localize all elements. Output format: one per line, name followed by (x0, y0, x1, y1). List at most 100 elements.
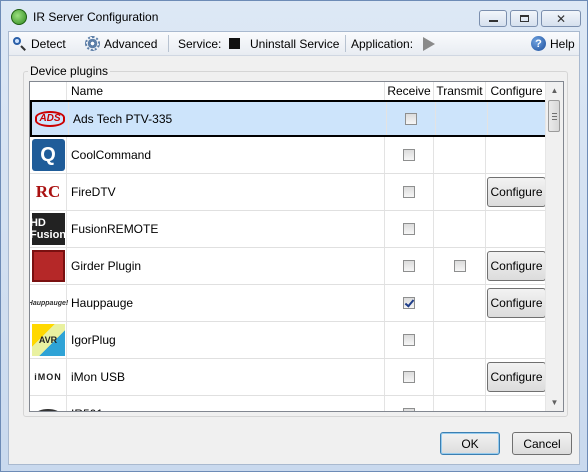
transmit-cell (434, 137, 486, 173)
configure-button[interactable]: Configure (487, 177, 546, 207)
ir-server-icon (11, 9, 27, 25)
receive-checkbox[interactable] (403, 223, 415, 235)
plugin-row[interactable]: Girder Plugin Configure (30, 248, 547, 285)
plugin-row[interactable]: HD Fusion FusionREMOTE (30, 211, 547, 248)
plugin-row[interactable]: iMON iMon USB Configure (30, 359, 547, 396)
receive-checkbox[interactable] (403, 186, 415, 198)
close-button[interactable]: ✕ (541, 10, 581, 27)
uninstall-service-label: Uninstall Service (250, 36, 340, 51)
transmit-cell (434, 396, 486, 411)
plugin-icon-cell: RC (30, 174, 67, 210)
minimize-icon (488, 20, 498, 22)
detect-button[interactable]: Detect (12, 35, 66, 52)
ir-server-window: IR Server Configuration ✕ Detect Advance… (0, 0, 588, 472)
plugin-icon-cell: Hauppauge! (30, 285, 68, 321)
header-icon-column (30, 82, 67, 100)
cancel-button[interactable]: Cancel (512, 432, 572, 455)
scroll-up-arrow-icon[interactable]: ▲ (546, 82, 563, 99)
configure-button[interactable]: Configure (487, 251, 546, 281)
toolbar-separator (168, 35, 169, 52)
plugin-row[interactable]: Q CoolCommand (30, 137, 547, 174)
plugin-row[interactable]: Hauppauge! Hauppauge Configure (30, 285, 547, 322)
receive-checkbox[interactable] (403, 260, 415, 272)
plugin-name: FusionREMOTE (67, 211, 385, 247)
ir501-logo-icon (36, 409, 60, 411)
title-bar[interactable]: IR Server Configuration ✕ (1, 1, 587, 31)
detect-label: Detect (31, 36, 66, 51)
vertical-scrollbar[interactable]: ▲ ▼ (545, 82, 563, 411)
transmit-cell (434, 211, 486, 247)
header-name[interactable]: Name (67, 82, 385, 100)
header-configure[interactable]: Configure (486, 82, 547, 100)
plugin-row[interactable]: RC FireDTV Configure (30, 174, 547, 211)
service-label: Service: (178, 36, 222, 51)
firedtv-logo-icon: RC (35, 182, 61, 201)
plugin-name: IgorPlug (67, 322, 385, 358)
plugin-row[interactable]: IR501 (30, 396, 547, 411)
receive-checkbox[interactable] (403, 149, 415, 161)
plugin-name: Hauppauge (67, 285, 385, 321)
scroll-down-arrow-icon[interactable]: ▼ (546, 394, 563, 411)
plugin-name: Girder Plugin (67, 248, 385, 284)
uninstall-service-button[interactable]: Uninstall Service (250, 35, 339, 52)
configure-cell: Configure (486, 248, 547, 284)
gear-icon (85, 36, 100, 51)
help-button[interactable]: ? Help (531, 35, 575, 52)
transmit-cell (434, 248, 486, 284)
receive-checkbox[interactable] (403, 334, 415, 346)
magnifier-icon (12, 36, 27, 51)
application-label: Application: (351, 36, 414, 51)
plugin-name: iMon USB (67, 359, 385, 395)
maximize-button[interactable] (510, 10, 538, 27)
ads-tech-logo-icon: ADS (35, 110, 65, 127)
plugin-icon-cell (30, 248, 67, 284)
receive-checkbox[interactable] (403, 297, 415, 309)
transmit-cell (434, 359, 486, 395)
receive-cell (385, 359, 434, 395)
coolcommand-logo-icon: Q (31, 139, 65, 171)
configure-cell (486, 396, 547, 411)
advanced-button[interactable]: Advanced (85, 35, 157, 52)
configure-cell (486, 211, 547, 247)
receive-cell (385, 174, 434, 210)
stop-icon[interactable] (229, 38, 241, 49)
plugin-icon-cell: HD Fusion (30, 211, 67, 247)
configure-cell (486, 137, 547, 173)
plugin-icon-cell: Q (30, 137, 67, 173)
play-icon[interactable] (423, 36, 436, 51)
plugin-icon-cell (30, 396, 67, 411)
receive-checkbox[interactable] (403, 371, 415, 383)
help-label: Help (550, 36, 575, 51)
plugin-icon-cell: ADS (32, 102, 69, 135)
receive-cell (385, 322, 434, 358)
close-icon: ✕ (555, 11, 567, 26)
header-transmit[interactable]: Transmit (434, 82, 486, 100)
configure-button[interactable]: Configure (487, 362, 546, 392)
receive-checkbox[interactable] (403, 408, 415, 411)
fusion-logo-icon: HD Fusion (30, 213, 66, 245)
ok-button[interactable]: OK (440, 432, 500, 455)
grid-header: Name Receive Transmit Configure (30, 82, 547, 101)
receive-cell (387, 102, 436, 135)
plugin-name: CoolCommand (67, 137, 385, 173)
configure-cell (488, 102, 549, 135)
service-control[interactable]: Service: (178, 35, 241, 52)
plugin-row[interactable]: AVR IgorPlug (30, 322, 547, 359)
plugin-name: IR501 (67, 396, 385, 411)
minimize-button[interactable] (479, 10, 507, 27)
transmit-checkbox[interactable] (453, 260, 466, 272)
plugins-grid[interactable]: Name Receive Transmit Configure ADS Ads T… (29, 81, 564, 412)
configure-button[interactable]: Configure (487, 288, 546, 318)
advanced-label: Advanced (104, 36, 158, 51)
scroll-thumb[interactable] (548, 100, 560, 132)
imon-logo-icon: iMON (34, 372, 62, 382)
plugin-icon-cell: iMON (30, 359, 67, 395)
plugin-row[interactable]: ADS Ads Tech PTV-335 (30, 100, 547, 137)
header-receive[interactable]: Receive (385, 82, 434, 100)
plugin-name: Ads Tech PTV-335 (69, 102, 387, 135)
configure-cell: Configure (486, 285, 547, 321)
window-controls: ✕ (479, 10, 581, 27)
application-control[interactable]: Application: (351, 35, 436, 52)
receive-checkbox[interactable] (405, 112, 417, 125)
configure-cell (486, 322, 547, 358)
